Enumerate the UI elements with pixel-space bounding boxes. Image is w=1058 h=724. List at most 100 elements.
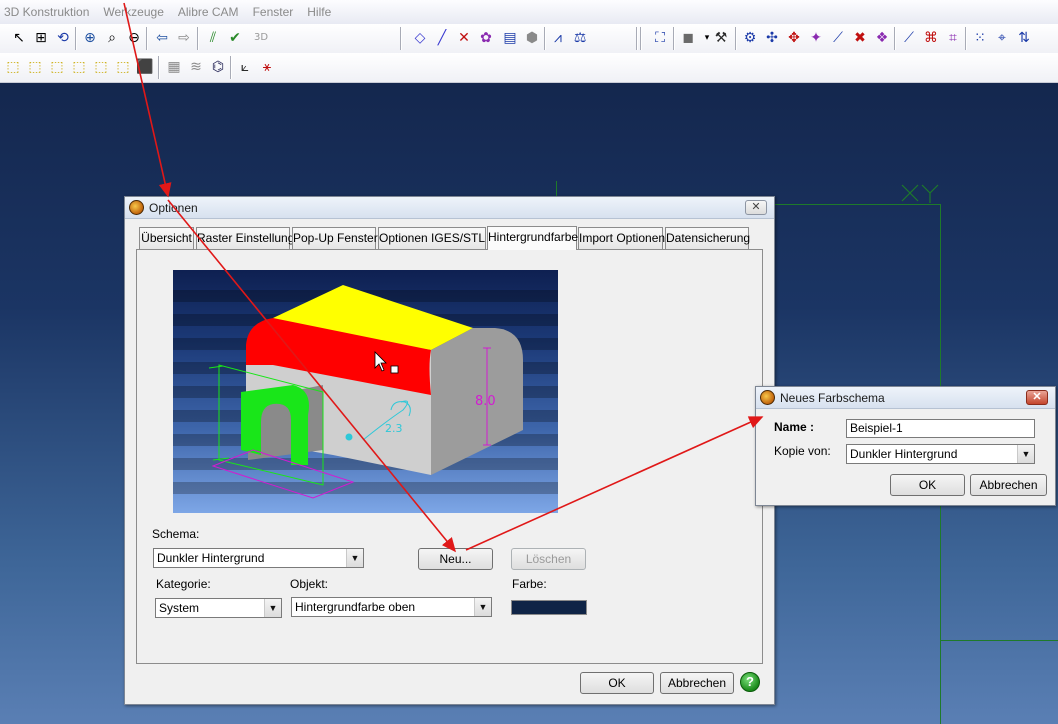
app-logo-icon bbox=[129, 200, 144, 215]
help-icon[interactable]: ? bbox=[740, 672, 760, 692]
ok-button[interactable]: OK bbox=[580, 672, 654, 694]
category-label: Kategorie: bbox=[156, 577, 211, 591]
grid-dots-icon[interactable]: ⁙ bbox=[970, 28, 990, 48]
align-icon[interactable]: ⇅ bbox=[1014, 28, 1034, 48]
scale-icon[interactable]: ⚖ bbox=[570, 28, 590, 48]
tab-raster-einstellung[interactable]: Raster Einstellung bbox=[196, 227, 294, 249]
surface-wave-icon[interactable]: ≋ bbox=[186, 57, 206, 77]
tool-g-icon[interactable]: ✖ bbox=[850, 28, 870, 48]
tool-f-icon[interactable]: ⟋ bbox=[828, 28, 848, 48]
toolbar-separator bbox=[640, 27, 642, 50]
options-titlebar[interactable]: Optionen bbox=[125, 197, 774, 219]
new-scheme-button[interactable]: Neu... bbox=[418, 548, 493, 570]
toolbar-separator bbox=[75, 27, 77, 50]
tool-e-icon[interactable]: ✦ bbox=[806, 28, 826, 48]
tool-d-icon[interactable]: ✥ bbox=[784, 28, 804, 48]
checkmark-tool-icon[interactable]: ✔ bbox=[225, 28, 245, 48]
select-arrow-icon[interactable]: ↖ bbox=[9, 28, 29, 48]
copy-from-value: Dunkler Hintergrund bbox=[850, 447, 958, 461]
chevron-down-icon[interactable]: ▼ bbox=[346, 549, 363, 567]
menu-hilfe[interactable]: Hilfe bbox=[300, 0, 338, 24]
new-scheme-titlebar[interactable]: Neues Farbschema bbox=[756, 387, 1055, 409]
cube-iso-icon[interactable]: ⬛ bbox=[135, 57, 155, 77]
dimension-icon[interactable]: ⩘ bbox=[548, 28, 568, 48]
category-select-value: System bbox=[159, 601, 200, 615]
snap-icon[interactable]: ⌖ bbox=[992, 28, 1012, 48]
3d-icon[interactable]: 3D bbox=[251, 28, 271, 48]
line-icon[interactable]: ╱ bbox=[432, 28, 452, 48]
zoom-in-icon[interactable]: ⊕ bbox=[80, 28, 100, 48]
color-swatch[interactable] bbox=[511, 600, 587, 615]
toolbar-separator bbox=[197, 27, 199, 50]
tab-pop-up-fenster[interactable]: Pop-Up Fenster bbox=[292, 227, 378, 249]
menu-bar: 3D Konstruktion Werkzeuge Alibre CAM Fen… bbox=[0, 0, 1058, 24]
menu-3d-konstruktion[interactable]: 3D Konstruktion bbox=[0, 0, 96, 24]
object-label: Objekt: bbox=[290, 577, 329, 591]
mirror-icon[interactable]: ⫽ bbox=[203, 28, 223, 48]
tool-i-icon[interactable]: ⟋ bbox=[899, 28, 919, 48]
lasso-icon[interactable]: ⟲ bbox=[53, 28, 73, 48]
tab-uebersicht[interactable]: Übersicht bbox=[139, 227, 194, 249]
copy-from-select[interactable]: Dunkler Hintergrund ▼ bbox=[846, 444, 1035, 464]
surface-mesh-icon[interactable]: ⌬ bbox=[208, 57, 228, 77]
cube-left-icon[interactable]: ⬚ bbox=[47, 57, 67, 77]
cube-back-icon[interactable]: ⬚ bbox=[25, 57, 45, 77]
tool-c-icon[interactable]: ✣ bbox=[762, 28, 782, 48]
tab-import-optionen[interactable]: Import Optionen bbox=[578, 227, 665, 249]
cube-right-icon[interactable]: ⬚ bbox=[69, 57, 89, 77]
chevron-down-icon[interactable]: ▼ bbox=[1017, 445, 1034, 463]
color-label: Farbe: bbox=[512, 577, 547, 591]
toolbar-separator bbox=[400, 27, 402, 50]
dialog-title: Optionen bbox=[149, 200, 198, 215]
measure-icon[interactable]: ⟀ bbox=[235, 57, 255, 77]
cube-bottom-icon[interactable]: ⬚ bbox=[113, 57, 133, 77]
cancel-button[interactable]: Abbrechen bbox=[660, 672, 734, 694]
tool-j-icon[interactable]: ⌘ bbox=[921, 28, 941, 48]
delete-scheme-button[interactable]: Löschen bbox=[511, 548, 586, 570]
render-group-icon[interactable]: ⛶ bbox=[650, 28, 670, 48]
cancel-button[interactable]: Abbrechen bbox=[970, 474, 1047, 496]
menu-fenster[interactable]: Fenster bbox=[246, 0, 301, 24]
select-window-icon[interactable]: ⊞ bbox=[31, 28, 51, 48]
menu-werkzeuge[interactable]: Werkzeuge bbox=[96, 0, 170, 24]
menu-alibre-cam[interactable]: Alibre CAM bbox=[171, 0, 246, 24]
schema-select[interactable]: Dunkler Hintergrund ▼ bbox=[153, 548, 364, 568]
undo-arrow-icon[interactable]: ⇦ bbox=[152, 28, 172, 48]
toolbar-separator bbox=[894, 27, 896, 50]
surface-grid-icon[interactable]: ▦ bbox=[164, 57, 184, 77]
axis-icon[interactable]: ⚹ bbox=[257, 57, 277, 77]
toolbar-separator bbox=[230, 56, 232, 79]
close-button[interactable]: ✕ bbox=[1026, 390, 1048, 405]
tool-b-icon[interactable]: ⚙ bbox=[740, 28, 760, 48]
cube-shade-icon[interactable]: ◼ bbox=[678, 28, 698, 48]
zoom-window-icon[interactable]: ⌕ bbox=[102, 28, 122, 48]
name-input[interactable]: Beispiel-1 bbox=[846, 419, 1035, 438]
toolbar-separator bbox=[965, 27, 967, 50]
chevron-down-icon[interactable]: ▼ bbox=[264, 599, 281, 617]
cube-top-icon[interactable]: ⬚ bbox=[91, 57, 111, 77]
chevron-down-icon[interactable]: ▼ bbox=[474, 598, 491, 616]
object-select[interactable]: Hintergrundfarbe oben ▼ bbox=[291, 597, 492, 617]
zoom-out-icon[interactable]: ⊖ bbox=[124, 28, 144, 48]
new-scheme-dialog: Neues Farbschema ✕ Name : Beispiel-1 Kop… bbox=[755, 386, 1056, 506]
diamond-select-icon[interactable]: ◇ bbox=[410, 28, 430, 48]
ok-button[interactable]: OK bbox=[890, 474, 965, 496]
tab-datensicherung[interactable]: Datensicherung bbox=[665, 227, 750, 249]
tab-optionen-iges-stl[interactable]: Optionen IGES/STL bbox=[378, 227, 486, 249]
cube-front-icon[interactable]: ⬚ bbox=[3, 57, 23, 77]
close-button[interactable]: ✕ bbox=[745, 200, 767, 215]
layers-icon[interactable]: ▤ bbox=[500, 28, 520, 48]
point-x-icon[interactable]: ✕ bbox=[454, 28, 474, 48]
toolbar-separator bbox=[544, 27, 546, 50]
purple-blob-icon[interactable]: ✿ bbox=[476, 28, 496, 48]
main-toolbar: ↖ ⊞ ⟲ ⊕ ⌕ ⊖ ⇦ ⇨ ⫽ ✔ 3D ◇ ╱ ✕ ✿ ▤ ⬢ ⩘ ⚖ ⛶… bbox=[0, 24, 1058, 53]
category-select[interactable]: System ▼ bbox=[155, 598, 282, 618]
tool-h-icon[interactable]: ❖ bbox=[872, 28, 892, 48]
grid-line bbox=[940, 640, 1058, 641]
tool-k-icon[interactable]: ⌗ bbox=[943, 28, 963, 48]
toolbar-separator bbox=[158, 56, 160, 79]
tool-a-icon[interactable]: ⚒ bbox=[711, 28, 731, 48]
hexagon-icon[interactable]: ⬢ bbox=[522, 28, 542, 48]
tab-hintergrundfarbe[interactable]: Hintergrundfarbe bbox=[487, 226, 578, 250]
redo-arrow-icon[interactable]: ⇨ bbox=[174, 28, 194, 48]
